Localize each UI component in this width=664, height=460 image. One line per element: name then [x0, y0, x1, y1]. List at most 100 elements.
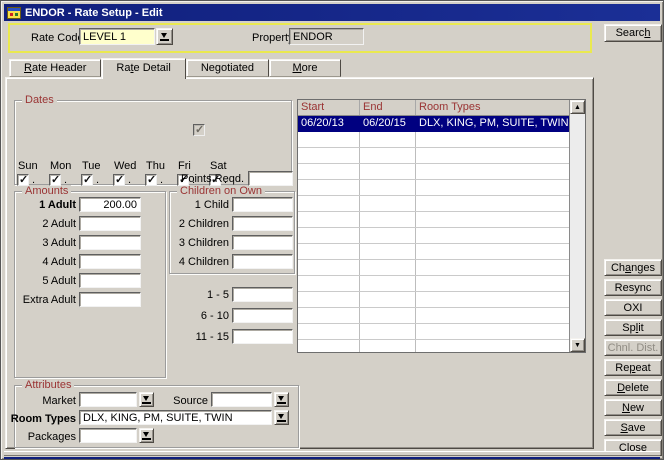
room-types-input[interactable]: DLX, KING, PM, SUITE, TWIN	[79, 410, 272, 425]
tab-rate-detail[interactable]: Rate Detail	[101, 58, 185, 79]
split-button[interactable]: Split	[604, 319, 662, 336]
day-label: Sat	[210, 160, 241, 172]
child-age-input[interactable]	[232, 287, 293, 302]
source-label: Source	[156, 395, 208, 407]
child-age-row: 11 - 15	[161, 329, 293, 344]
children-rows: 1 Child 2 Children 3 Children 4 Children	[161, 197, 293, 273]
property-label: Property	[252, 32, 294, 44]
dropdown-arrow-icon	[160, 33, 169, 41]
room-types-dropdown-button[interactable]	[274, 410, 289, 425]
packages-input[interactable]	[79, 428, 137, 443]
day-checkbox[interactable]	[49, 174, 61, 186]
grid-column-header[interactable]: End	[360, 100, 416, 115]
amount-label: 1 Adult	[14, 199, 76, 211]
grid-empty-row[interactable]	[298, 164, 569, 180]
amounts-rows: 1 Adult 200.00 2 Adult 3 Adult 4 Adult 5…	[14, 197, 141, 311]
amount-input[interactable]	[79, 273, 141, 288]
market-label: Market	[14, 395, 76, 407]
rate-code-input[interactable]: LEVEL 1	[79, 28, 155, 45]
grid-empty-row[interactable]	[298, 260, 569, 276]
titlebar[interactable]: ENDOR - Rate Setup - Edit	[4, 4, 660, 21]
child-age-label: 6 - 10	[161, 310, 229, 322]
day-label: Fri	[178, 160, 209, 172]
day-checkbox[interactable]	[113, 174, 125, 186]
children-group-label: Children on Own	[177, 185, 265, 197]
source-input[interactable]	[211, 392, 272, 407]
children-input[interactable]	[232, 235, 293, 250]
child-age-label: 1 - 5	[161, 289, 229, 301]
scroll-up-button[interactable]: ▲	[570, 100, 585, 114]
rate-code-dropdown-button[interactable]	[156, 28, 173, 45]
day-cell: Tue	[81, 160, 113, 186]
day-checkbox[interactable]	[17, 174, 29, 186]
grid-selected-row[interactable]: 06/20/13 06/20/15 DLX, KING, PM, SUITE, …	[298, 116, 569, 132]
search-button[interactable]: Search	[604, 24, 662, 42]
amounts-group-label: Amounts	[22, 185, 71, 197]
amount-row: 3 Adult	[14, 235, 141, 250]
amount-row: 1 Adult 200.00	[14, 197, 141, 212]
children-input[interactable]	[232, 216, 293, 231]
amount-input[interactable]	[79, 235, 141, 250]
children-label: 3 Children	[161, 237, 229, 249]
grid-empty-row[interactable]	[298, 244, 569, 260]
grid-empty-row[interactable]	[298, 324, 569, 340]
child-age-input[interactable]	[232, 329, 293, 344]
tab-rate-header[interactable]: Rate Header	[9, 59, 101, 77]
day-checkbox[interactable]	[81, 174, 93, 186]
grid-cell-room-types: DLX, KING, PM, SUITE, TWIN	[416, 116, 569, 131]
chnl-dist-button[interactable]: Chnl. Dist.	[604, 339, 662, 356]
packages-dropdown-button[interactable]	[139, 428, 154, 443]
amount-input[interactable]	[79, 216, 141, 231]
grid-cell-end: 06/20/15	[360, 116, 416, 131]
grid-scrollbar[interactable]: ▲ ▼	[569, 100, 585, 352]
market-dropdown-button[interactable]	[139, 392, 154, 407]
children-input[interactable]	[232, 197, 293, 212]
child-age-label: 11 - 15	[161, 331, 229, 343]
action-button-column: Changes Resync OXI Split Chnl. Dist. Rep…	[604, 259, 662, 456]
grid-empty-row[interactable]	[298, 276, 569, 292]
amount-input[interactable]: 200.00	[79, 197, 141, 212]
market-input[interactable]	[79, 392, 137, 407]
grid-empty-row[interactable]	[298, 180, 569, 196]
amount-input[interactable]	[79, 254, 141, 269]
points-reqd-input[interactable]	[248, 171, 293, 186]
scroll-down-button[interactable]: ▼	[570, 338, 585, 352]
grid-empty-row[interactable]	[298, 308, 569, 324]
source-dropdown-button[interactable]	[274, 392, 289, 407]
day-label: Wed	[114, 160, 145, 172]
resync-button[interactable]: Resync	[604, 279, 662, 296]
new-button[interactable]: New	[604, 399, 662, 416]
tab-more[interactable]: More	[269, 59, 341, 77]
points-reqd-label: Points Reqd.	[156, 173, 244, 185]
grid-empty-row[interactable]	[298, 228, 569, 244]
grid-empty-row[interactable]	[298, 212, 569, 228]
grid-empty-row[interactable]	[298, 292, 569, 308]
delete-button[interactable]: Delete	[604, 379, 662, 396]
tab-negotiated[interactable]: Negotiated	[186, 59, 269, 77]
child-age-rows: 1 - 5 6 - 10 11 - 15	[161, 287, 293, 350]
repeat-button[interactable]: Repeat	[604, 359, 662, 376]
day-cell: Wed	[113, 160, 145, 186]
children-input[interactable]	[232, 254, 293, 269]
app-icon	[7, 7, 21, 19]
day-label: Mon	[50, 160, 81, 172]
grid-empty-row[interactable]	[298, 340, 569, 353]
room-types-label: Room Types	[6, 413, 76, 425]
grid-column-header[interactable]: Room Types	[416, 100, 569, 115]
children-label: 4 Children	[161, 256, 229, 268]
save-button[interactable]: Save	[604, 419, 662, 436]
dropdown-arrow-icon	[142, 396, 151, 404]
dropdown-arrow-icon	[142, 432, 151, 440]
child-age-input[interactable]	[232, 308, 293, 323]
oxi-button[interactable]: OXI	[604, 299, 662, 316]
grid-column-header[interactable]: Start	[298, 100, 360, 115]
grid-empty-row[interactable]	[298, 196, 569, 212]
grid-empty-row[interactable]	[298, 148, 569, 164]
grid-body: Start End Room Types 06/20/13 06/20/15 D…	[298, 100, 569, 352]
day-cell: Mon	[49, 160, 81, 186]
children-row: 3 Children	[161, 235, 293, 250]
changes-button[interactable]: Changes	[604, 259, 662, 276]
grid-empty-row[interactable]	[298, 132, 569, 148]
day-label: Thu	[146, 160, 177, 172]
amount-input[interactable]	[79, 292, 141, 307]
